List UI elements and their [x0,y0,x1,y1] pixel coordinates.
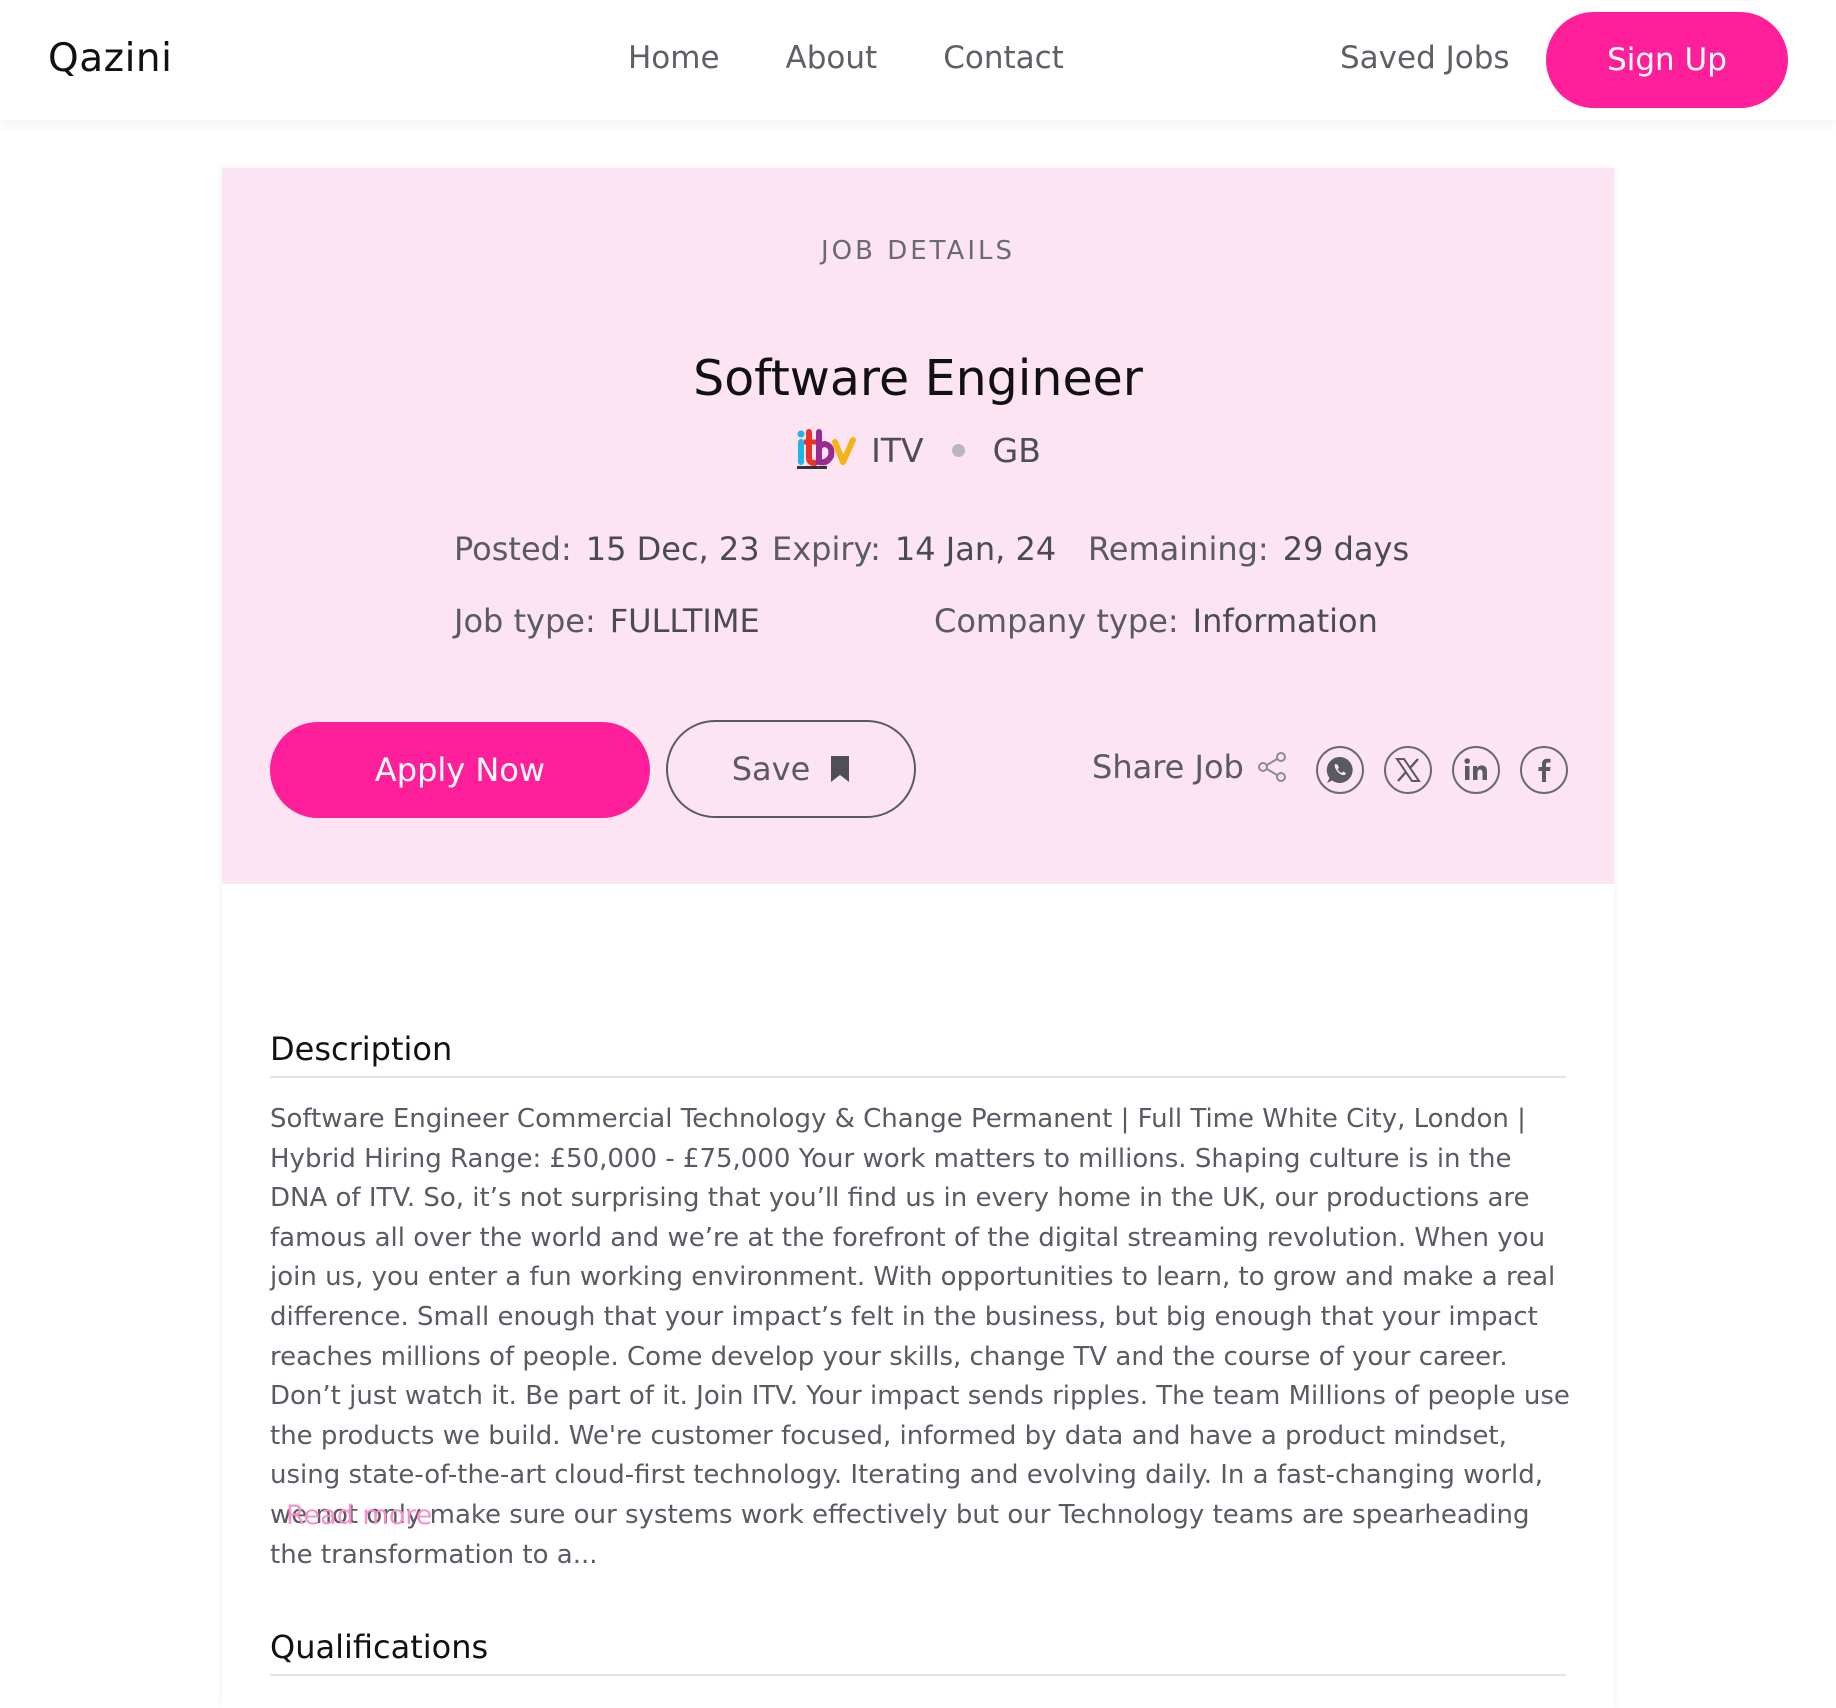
brand-logo[interactable]: Qazini [48,36,172,81]
save-label: Save [731,750,811,788]
qualifications-heading: Qualifications [270,1628,1566,1676]
company-type-value: Information [1192,602,1378,640]
company-logo [797,429,857,469]
save-job-button[interactable]: Save [666,720,916,818]
nav-home-link[interactable]: Home [628,40,720,76]
share-job[interactable]: Share Job [1092,748,1288,786]
separator-dot [951,443,965,457]
share-icon [1257,752,1286,782]
facebook-icon [1538,758,1551,782]
company-type-label: Company type: [934,602,1179,640]
read-more-link[interactable]: Read more [286,1500,432,1531]
expiry-meta: Expiry: 14 Jan, 24 [772,530,1056,568]
description-heading: Description [270,1030,1566,1078]
posted-meta: Posted: 15 Dec, 23 [454,530,760,568]
job-type-label: Job type: [454,602,596,640]
company-row: ITV GB [222,428,1614,472]
section-eyebrow: JOB DETAILS [821,236,1015,266]
expiry-label: Expiry: [772,530,881,568]
company-type-meta: Company type: Information [934,602,1378,640]
top-navbar: Qazini Home About Contact Saved Jobs Sig… [0,0,1836,120]
facebook-share-button[interactable] [1520,746,1568,794]
posted-label: Posted: [454,530,572,568]
job-country: GB [992,430,1041,470]
description-text: Software Engineer Commercial Technology … [270,1104,1570,1570]
sign-up-button[interactable]: Sign Up [1546,12,1788,108]
nav-about-link[interactable]: About [786,40,878,76]
whatsapp-icon [1326,756,1353,783]
posted-value: 15 Dec, 23 [585,530,760,568]
apply-now-button[interactable]: Apply Now [270,722,650,818]
x-icon [1395,758,1421,782]
saved-jobs-link[interactable]: Saved Jobs [1340,40,1510,76]
job-title: Software Engineer [693,350,1143,407]
whatsapp-share-button[interactable] [1316,746,1364,794]
expiry-value: 14 Jan, 24 [894,530,1057,568]
nav-contact-link[interactable]: Contact [943,40,1064,76]
job-hero: JOB DETAILS Software Engineer ITV GB Pos… [222,168,1614,884]
remaining-meta: Remaining: 29 days [1088,530,1409,568]
remaining-label: Remaining: [1088,530,1269,568]
company-name: ITV [871,430,924,470]
remaining-value: 29 days [1282,530,1410,568]
job-details-card: JOB DETAILS Software Engineer ITV GB Pos… [222,168,1614,1708]
linkedin-share-button[interactable] [1452,746,1500,794]
bookmark-icon [831,756,850,782]
linkedin-icon [1464,758,1487,780]
job-type-value: FULLTIME [609,602,760,640]
job-type-meta: Job type: FULLTIME [454,602,760,640]
share-label: Share Job [1092,748,1244,786]
x-share-button[interactable] [1384,746,1432,794]
main-nav: Home About Contact [628,40,1064,76]
